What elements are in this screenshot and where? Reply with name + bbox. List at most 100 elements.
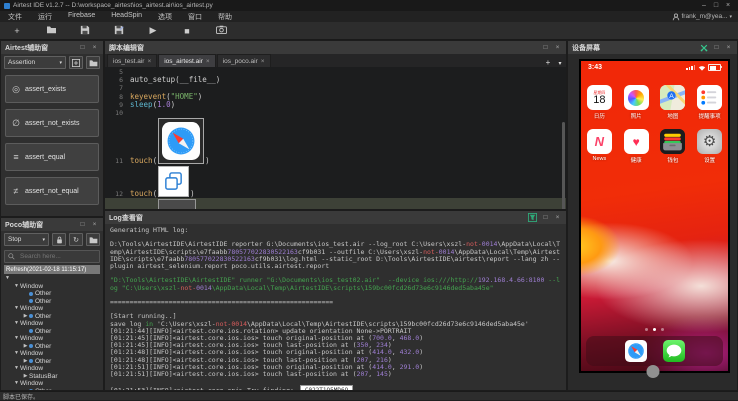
tree-node[interactable]: ▼ xyxy=(1,275,103,283)
maps-icon[interactable]: A xyxy=(660,85,685,110)
device-tools-button[interactable] xyxy=(698,42,709,53)
code-editor[interactable]: 56auto_setup(__file__)78keyevent("HOME")… xyxy=(105,67,566,210)
app-calendar[interactable]: 星期四18日历 xyxy=(581,85,618,120)
expand-icon[interactable]: ▶ xyxy=(22,373,29,381)
stop-button[interactable]: ■ xyxy=(180,24,194,37)
menu-run[interactable]: 运行 xyxy=(30,12,60,22)
settings-icon[interactable]: ⚙ xyxy=(697,129,722,154)
tree-refresh-entry[interactable]: Refresh(2021-02-18 11:15:17) xyxy=(4,265,100,274)
close-button[interactable]: × xyxy=(722,2,734,9)
tab-close-icon[interactable]: × xyxy=(147,58,151,65)
reminders-icon[interactable] xyxy=(697,85,722,110)
app-health[interactable]: ♥健康 xyxy=(618,129,655,164)
tree-node[interactable]: ▼Window xyxy=(1,350,103,358)
tree-node[interactable]: ▶StatusBar xyxy=(1,373,103,381)
code-image-safari[interactable] xyxy=(158,118,204,164)
lock-button[interactable] xyxy=(52,233,66,246)
save-as-button[interactable] xyxy=(112,24,126,37)
tab-ios_test.air[interactable]: ios_test.air× xyxy=(107,54,157,67)
tree-node[interactable]: ▶Other xyxy=(1,358,103,366)
app-reminders[interactable]: 提醒事项 xyxy=(691,85,728,120)
snapshot-button[interactable] xyxy=(214,24,228,37)
log-output[interactable]: Generating HTML log:D:\Tools\AirtestIDE\… xyxy=(105,224,566,391)
collapse-icon[interactable]: ▼ xyxy=(13,283,20,291)
calendar-icon[interactable]: 星期四18 xyxy=(587,85,612,110)
tree-node[interactable]: ▶Other xyxy=(1,343,103,351)
tree-node[interactable]: ▼Window xyxy=(1,365,103,373)
account-menu[interactable]: frank_m@yea... ▾ xyxy=(672,13,738,21)
app-wallet[interactable]: 钱包 xyxy=(655,129,692,164)
tab-close-icon[interactable]: × xyxy=(206,58,210,65)
assert-equal-button[interactable]: ≡assert_equal xyxy=(5,143,99,171)
menu-headspin[interactable]: HeadSpin xyxy=(103,12,150,22)
tab-ios_poco.air[interactable]: ios_poco.air× xyxy=(217,54,271,67)
collapse-icon[interactable]: ▼ xyxy=(13,305,20,313)
code-image-tabs[interactable] xyxy=(158,166,189,197)
health-icon[interactable]: ♥ xyxy=(624,129,649,154)
app-photos[interactable]: 照片 xyxy=(618,85,655,120)
editor-scrollbar[interactable] xyxy=(562,122,565,210)
collapse-icon[interactable]: ▼ xyxy=(13,350,20,358)
assert-not-exists-button[interactable]: ∅assert_not_exists xyxy=(5,109,99,137)
assert-exists-button[interactable]: ◎assert_exists xyxy=(5,75,99,103)
float-icon[interactable]: □ xyxy=(78,221,87,228)
new-script-button[interactable]: + xyxy=(10,24,24,37)
tab-close-icon[interactable]: × xyxy=(261,58,265,65)
tree-node[interactable]: ▼Window xyxy=(1,335,103,343)
tab-list-button[interactable]: ▾ xyxy=(554,60,566,67)
tree-node[interactable]: ▼Window xyxy=(1,380,103,388)
tab-ios_airtest.air[interactable]: ios_airtest.air× xyxy=(158,54,215,67)
export-button[interactable] xyxy=(86,56,100,69)
collapse-icon[interactable]: ▼ xyxy=(13,335,20,343)
assert-not-equal-button[interactable]: ≠assert_not_equal xyxy=(5,177,99,205)
expand-icon[interactable]: ▶ xyxy=(22,313,29,321)
menu-options[interactable]: 选项 xyxy=(150,12,180,22)
device-screen-mirror[interactable]: 3:43 星期四18日历照片A地图提醒事项NNews♥健康钱包⚙设置 xyxy=(579,59,730,373)
menu-help[interactable]: 帮助 xyxy=(210,12,240,22)
tree-node[interactable]: ▼Window xyxy=(1,320,103,328)
search-input[interactable] xyxy=(18,252,96,261)
run-button[interactable]: ▶ xyxy=(146,24,160,37)
poco-search[interactable] xyxy=(4,250,100,263)
float-icon[interactable]: □ xyxy=(541,214,550,221)
open-file-button[interactable] xyxy=(86,233,100,246)
menu-window[interactable]: 窗口 xyxy=(180,12,210,22)
assist-mode-dropdown[interactable]: Assertion ▾ xyxy=(4,56,66,69)
safari-icon[interactable] xyxy=(625,340,647,362)
code-image-plus[interactable]: + xyxy=(158,199,196,210)
collapse-icon[interactable]: ▼ xyxy=(13,365,20,373)
tree-node[interactable]: ▼Window xyxy=(1,283,103,291)
tree-node[interactable]: Other xyxy=(1,290,103,298)
tree-node[interactable]: ▼Window xyxy=(1,305,103,313)
tree-node[interactable]: Other xyxy=(1,298,103,306)
close-icon[interactable]: × xyxy=(90,221,99,228)
close-icon[interactable]: × xyxy=(553,44,562,51)
minimize-button[interactable]: – xyxy=(698,2,710,9)
save-button[interactable] xyxy=(78,24,92,37)
tree-node[interactable]: Other xyxy=(1,328,103,336)
insert-code-button[interactable] xyxy=(69,56,83,69)
float-icon[interactable]: □ xyxy=(712,44,721,51)
close-icon[interactable]: × xyxy=(553,214,562,221)
messages-icon[interactable] xyxy=(663,340,685,362)
menu-firebase[interactable]: Firebase xyxy=(60,12,103,22)
app-news[interactable]: NNews xyxy=(581,129,618,164)
collapse-icon[interactable]: ▼ xyxy=(13,380,20,388)
collapse-icon[interactable]: ▼ xyxy=(13,320,20,328)
poco-mode-dropdown[interactable]: Stop ▾ xyxy=(4,233,49,246)
expand-icon[interactable]: ▶ xyxy=(22,343,29,351)
news-icon[interactable]: N xyxy=(587,129,612,154)
collapse-icon[interactable]: ▼ xyxy=(4,275,11,283)
float-icon[interactable]: □ xyxy=(541,44,550,51)
float-icon[interactable]: □ xyxy=(78,44,87,51)
app-maps[interactable]: A地图 xyxy=(655,85,692,120)
new-tab-button[interactable]: + xyxy=(542,58,554,67)
expand-icon[interactable]: ▶ xyxy=(22,358,29,366)
log-filter-button[interactable] xyxy=(527,212,538,223)
open-button[interactable] xyxy=(44,24,58,37)
photos-icon[interactable] xyxy=(624,85,649,110)
home-button[interactable] xyxy=(646,365,659,378)
close-icon[interactable]: × xyxy=(724,44,733,51)
maximize-button[interactable]: □ xyxy=(710,2,722,9)
app-settings[interactable]: ⚙设置 xyxy=(691,129,728,164)
